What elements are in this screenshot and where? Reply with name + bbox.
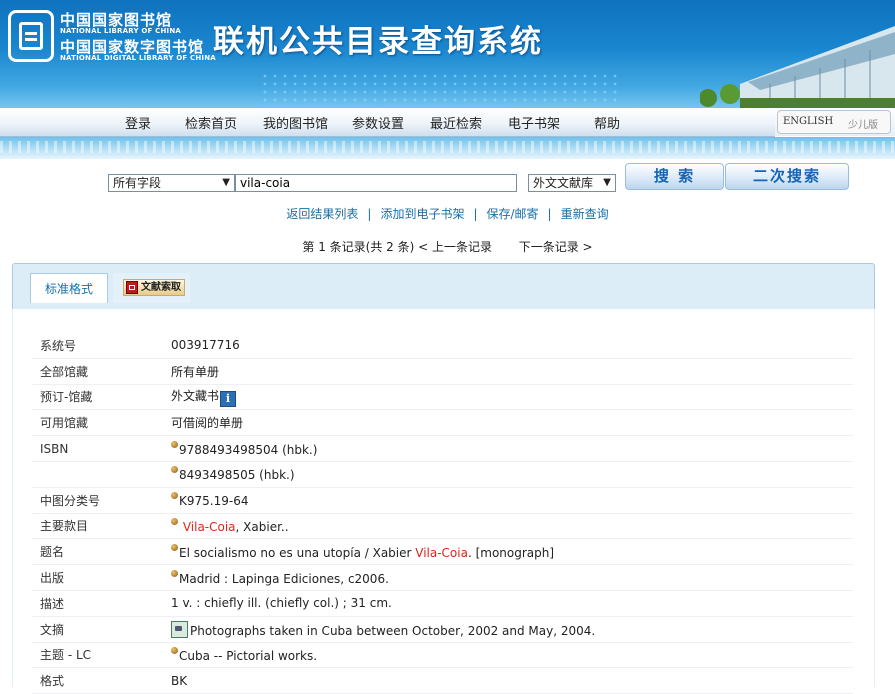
bullet-icon: [171, 466, 178, 474]
next-record-link[interactable]: 下一条记录 >: [519, 240, 593, 254]
field-label: 预订-馆藏: [32, 384, 171, 411]
nav-recent-searches[interactable]: 最近检索: [430, 113, 482, 132]
table-row: 预订-馆藏 外文藏书 i: [32, 384, 853, 411]
logo-name-en: NATIONAL LIBRARY OF CHINA: [60, 27, 182, 35]
bullet-icon: [171, 646, 178, 654]
field-label: 描述: [32, 590, 171, 617]
table-row: 主要款目 Vila-Coia, Xabier..: [32, 513, 853, 540]
english-link[interactable]: ENGLISH: [783, 116, 833, 127]
add-to-ebookshelf-link[interactable]: 添加到电子书架: [380, 207, 464, 221]
table-row: 8493498505 (hbk.): [32, 461, 853, 488]
save-email-link[interactable]: 保存/邮寄: [487, 207, 539, 221]
kids-version-link[interactable]: 少儿版: [848, 116, 878, 131]
title-highlight[interactable]: Vila-Coia: [415, 546, 468, 560]
field-label: 出版: [32, 564, 171, 591]
header-banner: 中国国家图书馆 NATIONAL LIBRARY OF CHINA 中国国家数字…: [0, 0, 895, 108]
language-switch: ENGLISH 少儿版: [775, 108, 895, 136]
header-stripe: [0, 137, 895, 159]
action-links: 返回结果列表 | 添加到电子书架 | 保存/邮寄 | 重新查询: [286, 207, 609, 221]
back-to-results-link[interactable]: 返回结果列表: [286, 207, 358, 221]
nav-ebookshelf[interactable]: 电子书架: [508, 113, 560, 132]
dropdown-arrow-icon: ▼: [603, 177, 611, 188]
system-title: 联机公共目录查询系统: [213, 24, 543, 60]
library-logo-icon: [8, 10, 54, 62]
author-highlight[interactable]: Vila-Coia: [183, 520, 236, 534]
field-label: 文摘: [32, 616, 171, 643]
document-icon: [126, 281, 138, 294]
bullet-icon: [171, 569, 178, 577]
field-label: 题名: [32, 538, 171, 566]
table-row: ISBN 9788493498504 (hbk.): [32, 435, 853, 462]
field-label: ISBN: [32, 435, 171, 462]
table-row: 系统号 003917716: [32, 333, 853, 359]
field-label: 主要款目: [32, 513, 171, 540]
search-input[interactable]: [235, 174, 517, 192]
new-search-link[interactable]: 重新查询: [561, 207, 609, 221]
table-row: 中图分类号 K975.19-64: [32, 487, 853, 514]
nav-help[interactable]: 帮助: [594, 113, 620, 132]
table-row: 格式 BK: [32, 667, 853, 694]
nav-login[interactable]: 登录: [125, 113, 151, 132]
library-building-illustration: [700, 26, 895, 108]
subject-link[interactable]: Cuba -- Pictorial works.: [179, 649, 317, 663]
record-position: 第 1 条记录(共 2 条): [302, 240, 415, 254]
refine-search-button[interactable]: 二次搜索: [725, 163, 849, 190]
description: 1 v. : chiefly ill. (chiefly col.) ; 31 …: [171, 590, 853, 617]
table-row: 全部馆藏 所有单册: [32, 358, 853, 385]
field-label: 主题 - LC: [32, 642, 171, 669]
table-row: 可用馆藏 可借阅的单册: [32, 409, 853, 437]
field-label: 格式: [32, 667, 171, 694]
record-detail-table: 系统号 003917716 全部馆藏 所有单册 预订-馆藏 外文藏书 i 可用馆藏…: [32, 333, 853, 694]
field-select[interactable]: 所有字段 ▼: [108, 174, 235, 192]
all-holdings-link[interactable]: 所有单册: [171, 365, 219, 379]
field-label: 可用馆藏: [32, 409, 171, 437]
abstract-icon: [171, 620, 188, 638]
library-select[interactable]: 外文文献库 ▼: [528, 174, 616, 192]
table-row: 出版 Madrid : Lapinga Ediciones, c2006.: [32, 564, 853, 591]
abstract-text: Photographs taken in Cuba between Octobe…: [190, 623, 596, 638]
info-icon[interactable]: i: [220, 390, 237, 407]
search-button[interactable]: 搜 索: [625, 163, 724, 190]
logo-digital-name-en: NATIONAL DIGITAL LIBRARY OF CHINA: [60, 54, 216, 62]
nav-preferences[interactable]: 参数设置: [352, 113, 404, 132]
table-row: 主题 - LC Cuba -- Pictorial works.: [32, 642, 853, 669]
title-text[interactable]: El socialismo no es una utopía / Xabier: [179, 546, 415, 560]
reserve-holdings-link[interactable]: 外文藏书: [171, 389, 219, 403]
dropdown-arrow-icon: ▼: [222, 177, 230, 188]
table-row: 题名 El socialismo no es una utopía / Xabi…: [32, 538, 853, 566]
available-items-link[interactable]: 可借阅的单册: [171, 416, 243, 430]
table-row: 文摘 Photographs taken in Cuba between Oct…: [32, 616, 853, 643]
format-value: BK: [171, 667, 853, 694]
isbn-link[interactable]: 8493498505 (hbk.): [179, 468, 295, 482]
bullet-icon: [171, 517, 178, 525]
publication-link[interactable]: Madrid : Lapinga Ediciones, c2006.: [179, 572, 389, 586]
library-select-value: 外文文献库: [533, 176, 594, 190]
title-suffix[interactable]: . [monograph]: [468, 546, 554, 560]
system-number: 003917716: [171, 333, 853, 359]
tab-document-request[interactable]: 文献索取: [113, 273, 190, 303]
author-rest[interactable]: , Xabier..: [236, 520, 289, 534]
field-label: 全部馆藏: [32, 358, 171, 385]
bullet-icon: [171, 543, 178, 551]
isbn-link[interactable]: 9788493498504 (hbk.): [179, 443, 317, 457]
main-nav-bar: 登录 检索首页 我的图书馆 参数设置 最近检索 电子书架 帮助: [0, 108, 775, 137]
bullet-icon: [171, 440, 178, 448]
nav-search-home[interactable]: 检索首页: [185, 113, 237, 132]
tab-standard-format[interactable]: 标准格式: [30, 273, 108, 303]
field-select-value: 所有字段: [113, 176, 162, 190]
record-navigation: 第 1 条记录(共 2 条) < 上一条记录 下一条记录 >: [0, 238, 895, 255]
document-request-label: 文献索取: [141, 282, 181, 293]
prev-record-link[interactable]: < 上一条记录: [418, 240, 492, 254]
bullet-icon: [171, 492, 178, 500]
field-label: 系统号: [32, 333, 171, 359]
classification-link[interactable]: K975.19-64: [179, 494, 248, 508]
table-row: 描述 1 v. : chiefly ill. (chiefly col.) ; …: [32, 590, 853, 617]
nav-my-library[interactable]: 我的图书馆: [263, 113, 328, 132]
banner-dots: [260, 72, 620, 102]
field-label: 中图分类号: [32, 487, 171, 514]
document-request-button[interactable]: 文献索取: [123, 279, 185, 296]
